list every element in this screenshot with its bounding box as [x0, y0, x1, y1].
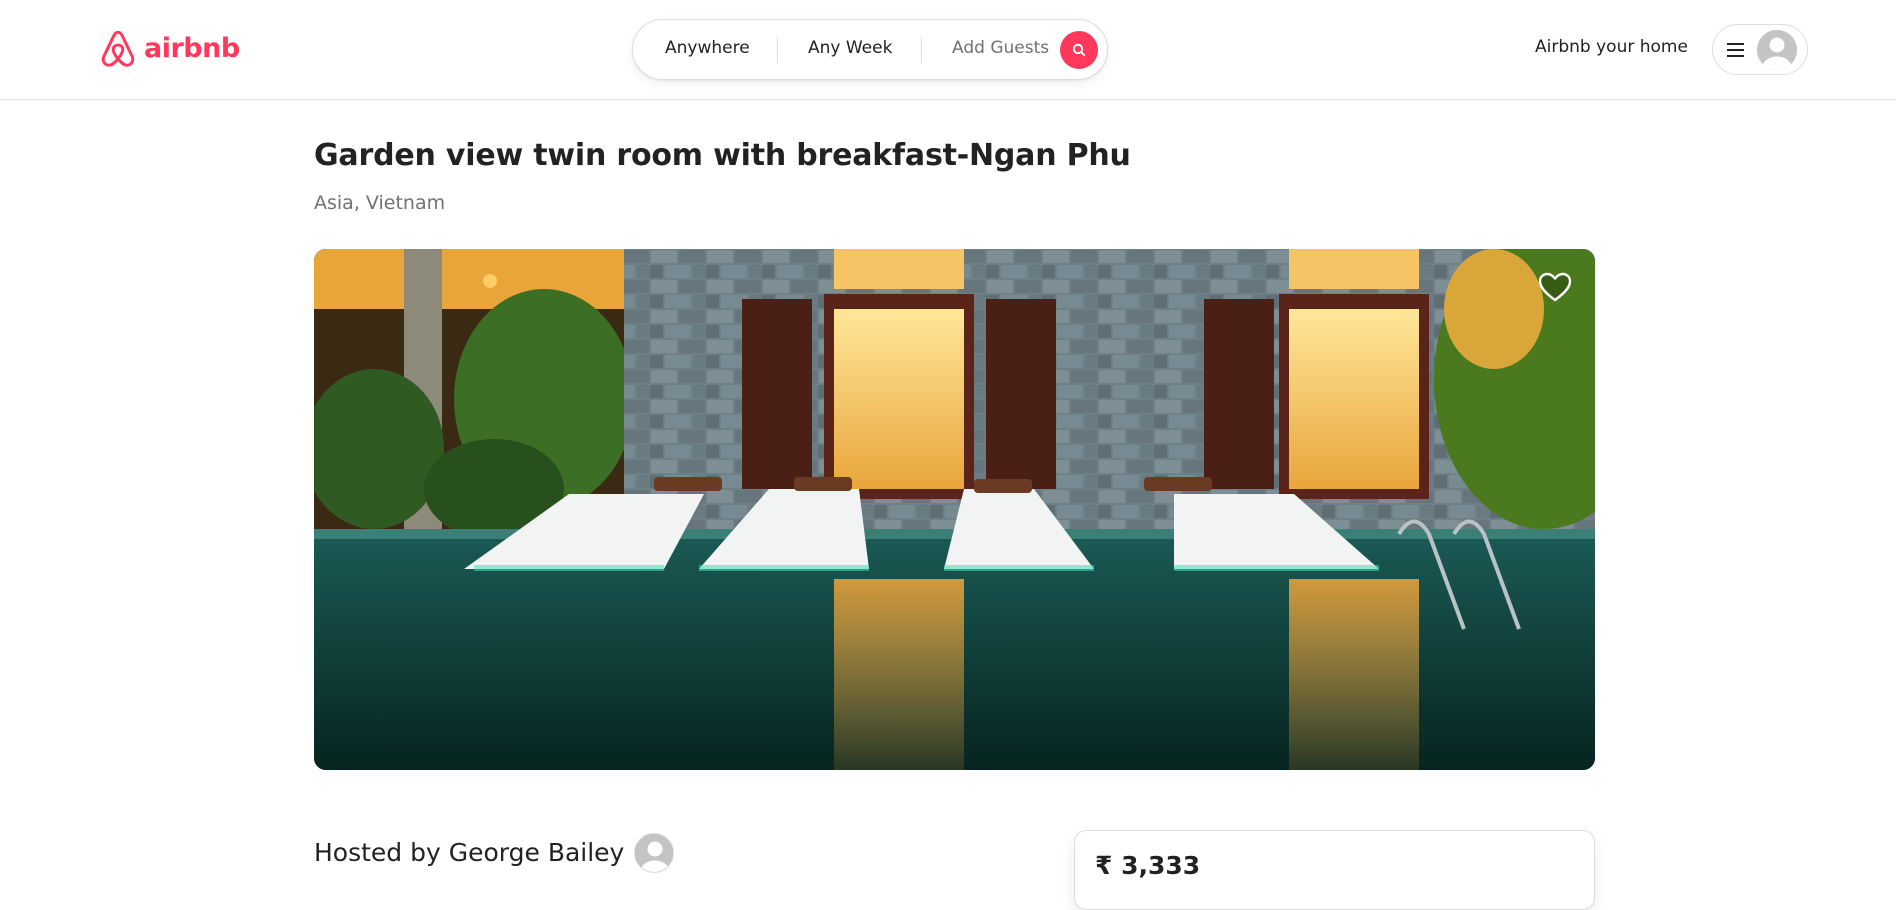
airbnb-logo[interactable]: airbnb — [98, 28, 240, 70]
host-avatar-icon — [634, 833, 675, 873]
nightly-price: ₹ 3,333 — [1095, 851, 1201, 880]
search-icon — [1072, 43, 1086, 57]
brand-name: airbnb — [144, 32, 240, 64]
favorite-heart-icon[interactable] — [1538, 271, 1572, 303]
listing-title: Garden view twin room with breakfast-Nga… — [314, 138, 1131, 173]
search-submit-button[interactable] — [1060, 31, 1098, 69]
hamburger-menu-icon — [1727, 41, 1745, 57]
search-any-week-button[interactable]: Any Week — [808, 38, 892, 58]
search-add-guests-button[interactable]: Add Guests — [952, 38, 1049, 58]
user-menu-button[interactable] — [1712, 24, 1808, 75]
search-divider — [777, 37, 778, 63]
top-navbar: airbnb Anywhere Any Week Add Guests Airb… — [0, 0, 1896, 100]
airbnb-belo-logo-icon — [101, 30, 135, 67]
airbnb-your-home-link[interactable]: Airbnb your home — [1535, 37, 1688, 57]
hosted-by-text: Hosted by George Bailey — [314, 837, 625, 867]
listing-photo[interactable] — [314, 249, 1595, 770]
search-divider — [921, 37, 922, 63]
search-anywhere-button[interactable]: Anywhere — [665, 38, 750, 58]
user-avatar-icon — [1757, 30, 1797, 70]
booking-card: ₹ 3,333 — [1074, 830, 1595, 910]
listing-location: Asia, Vietnam — [314, 192, 446, 214]
search-bar[interactable]: Anywhere Any Week Add Guests — [632, 19, 1108, 80]
host-info: Hosted by George Bailey — [314, 831, 675, 873]
pool-photo-image — [314, 249, 1595, 770]
